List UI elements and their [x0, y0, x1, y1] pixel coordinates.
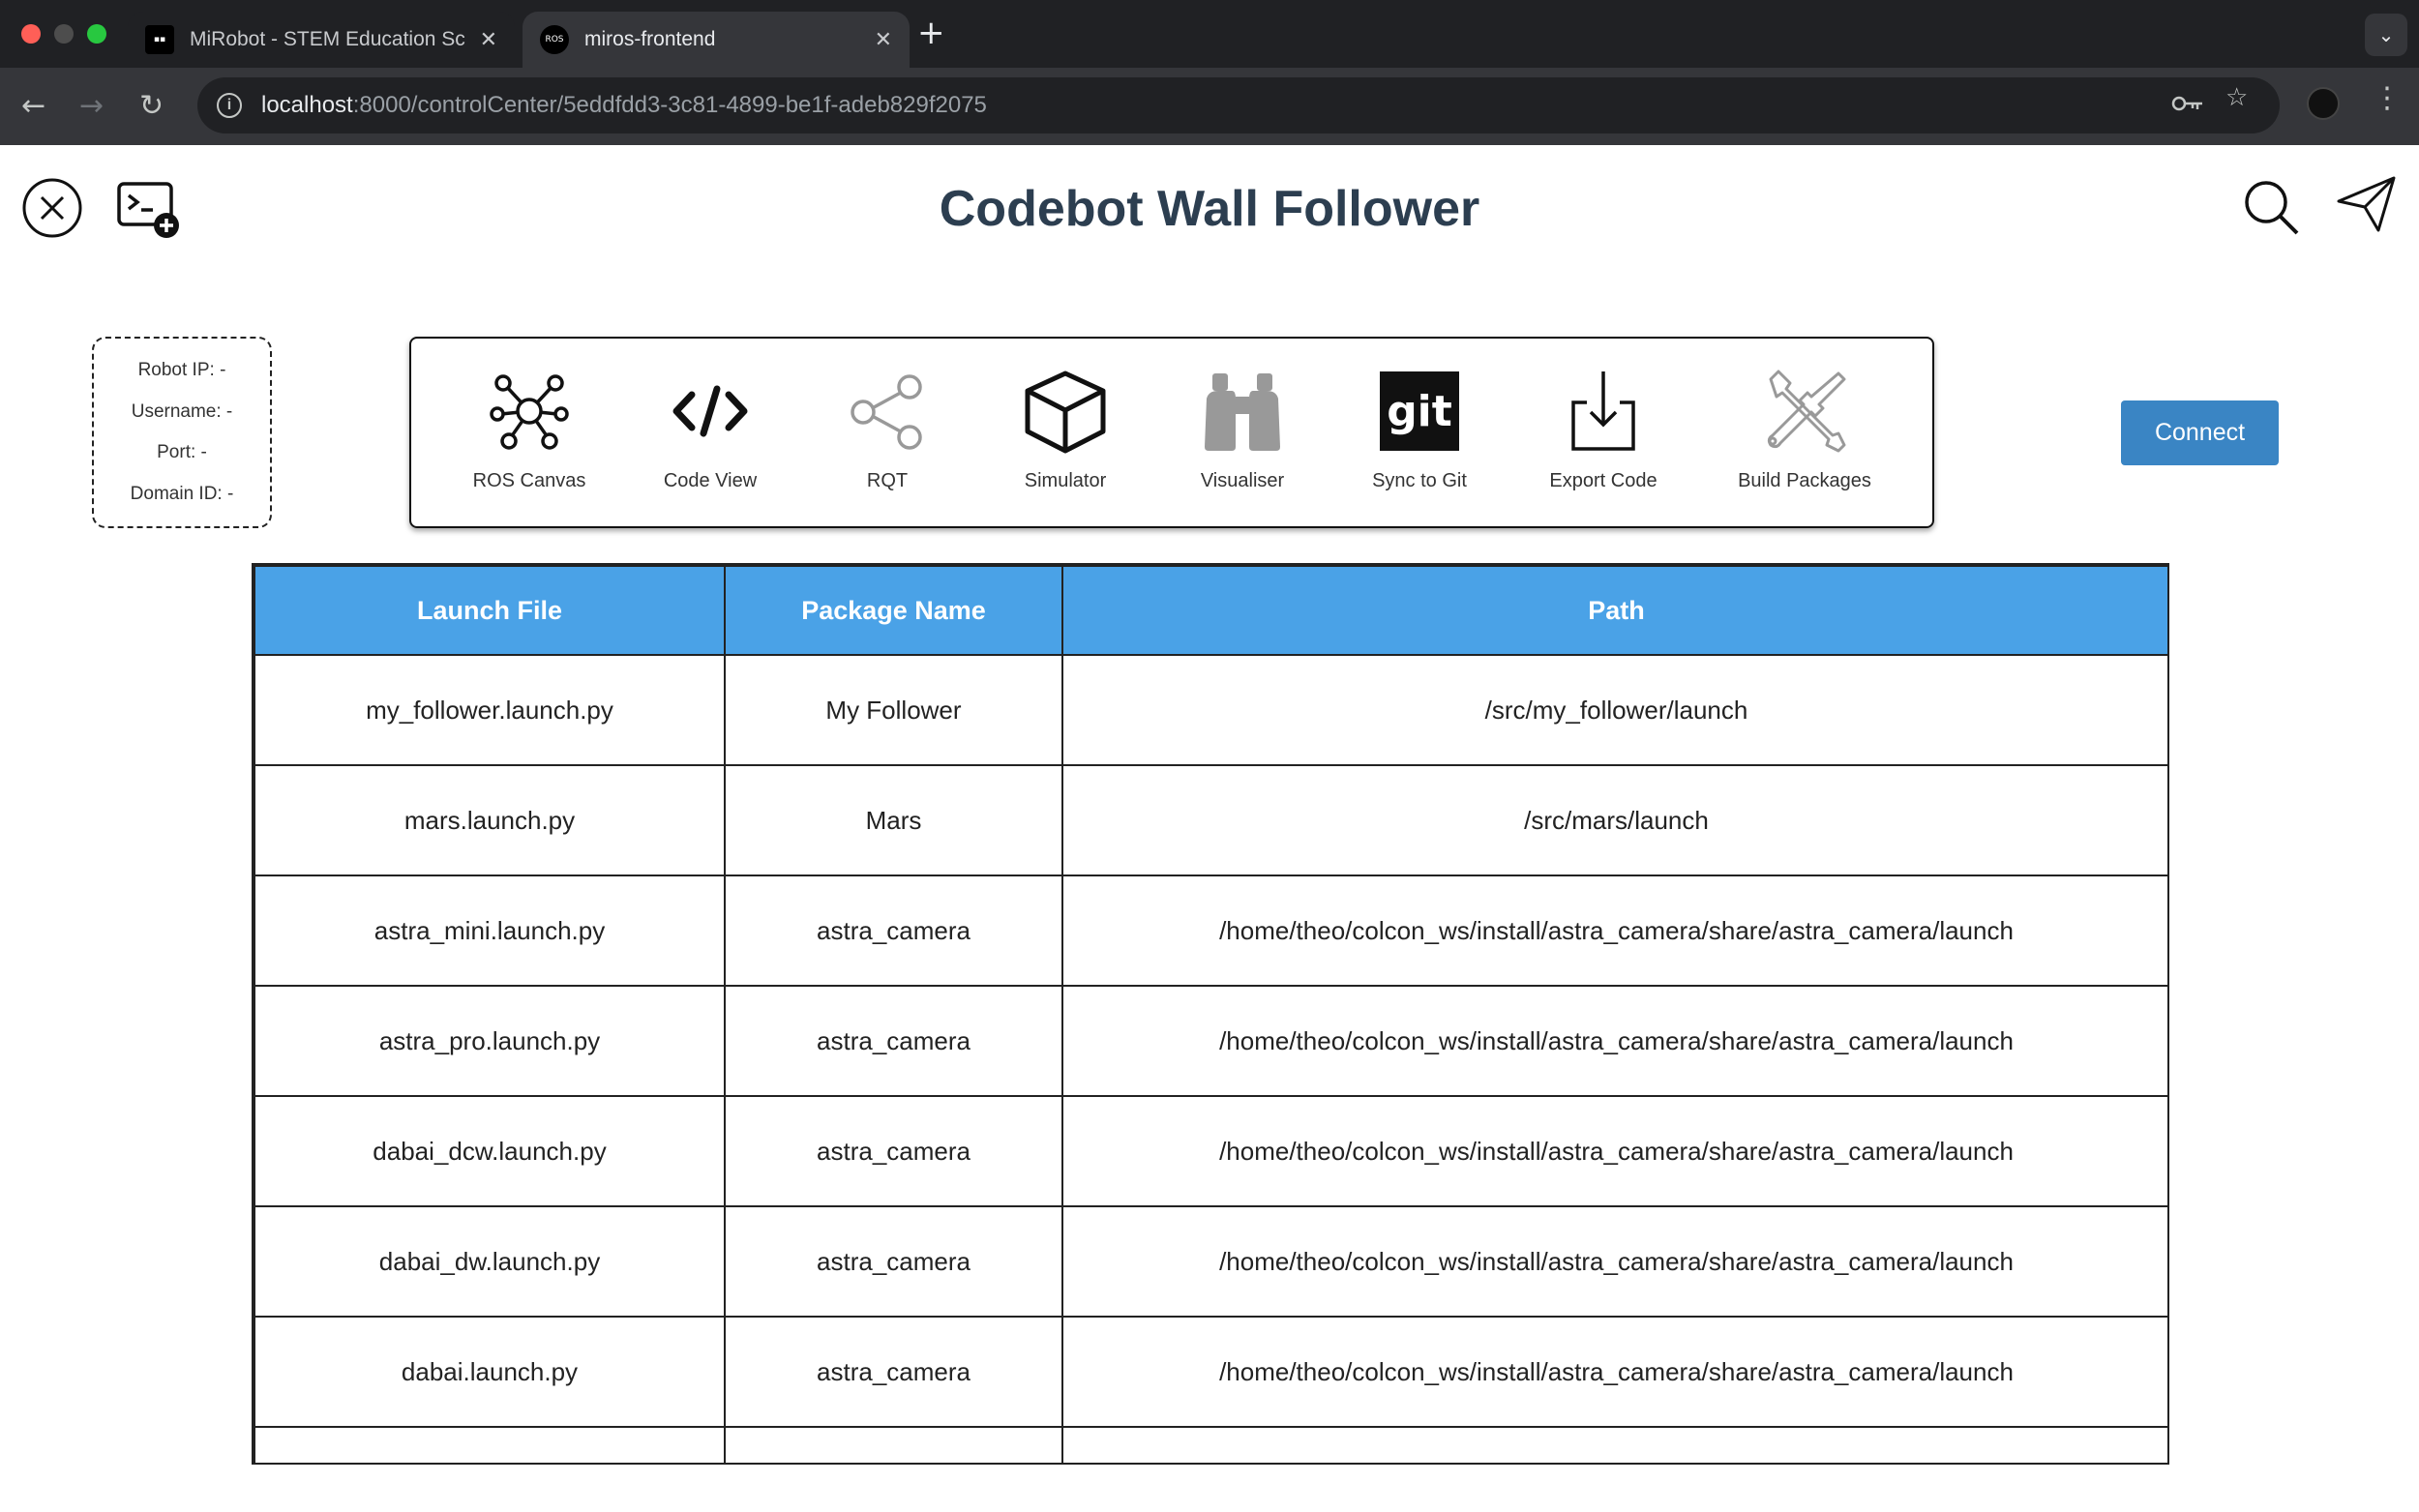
- robot-info-panel: Robot IP: - Username: - Port: - Domain I…: [92, 337, 272, 528]
- tab-search-chevron-icon[interactable]: ⌄: [2365, 14, 2407, 56]
- tool-label: Simulator: [1024, 470, 1107, 491]
- new-tab-icon[interactable]: +: [917, 14, 945, 52]
- tab-close-icon[interactable]: ✕: [480, 28, 497, 52]
- forward-arrow-icon[interactable]: →: [79, 85, 104, 128]
- browser-tab-bar: ▪▪ MiRobot - STEM Education Sc ✕ ROS mir…: [0, 0, 2419, 68]
- tab-title: miros-frontend: [584, 28, 716, 50]
- table-header-row: Launch File Package Name Path: [254, 565, 2167, 656]
- table-row[interactable]: dabai_dw.launch.py astra_camera/home/theo…: [254, 1205, 2167, 1318]
- cell-path: /home/theo/colcon_ws/install/astra_camer…: [1061, 875, 2167, 987]
- tab-close-icon[interactable]: ✕: [875, 28, 892, 52]
- cell-package-name: astra_camera: [724, 875, 1063, 987]
- table-row[interactable]: astra_pro.launch.py astra_camera/home/the…: [254, 985, 2167, 1097]
- robot-port: Port: -: [157, 442, 207, 463]
- cell-package-name: astra_camera: [724, 1095, 1063, 1207]
- download-icon: [1571, 371, 1635, 451]
- tool-simulator[interactable]: Simulator: [973, 368, 1157, 503]
- ros-favicon-icon: ROS: [540, 25, 569, 54]
- table-row[interactable]: dabai_pro.launch.pyastra_camera/home/the…: [254, 1426, 2167, 1463]
- cell-package-name: astra_camera: [724, 1205, 1063, 1318]
- tool-build-packages[interactable]: Build Packages: [1713, 368, 1896, 503]
- profile-avatar[interactable]: [2307, 87, 2340, 120]
- cell-launch-file: mars.launch.py: [254, 764, 726, 876]
- tool-label: Sync to Git: [1372, 470, 1467, 491]
- page-title: Codebot Wall Follower: [939, 181, 1480, 237]
- tool-label: Build Packages: [1738, 470, 1871, 491]
- tools-icon: [1767, 370, 1846, 453]
- tool-label: ROS Canvas: [472, 470, 586, 491]
- cell-path: /home/theo/colcon_ws/install/astra_camer…: [1061, 985, 2167, 1097]
- window-minimize-button[interactable]: [54, 24, 74, 44]
- tab-title: MiRobot - STEM Education Sc: [190, 28, 465, 50]
- reload-icon[interactable]: ↻: [139, 85, 164, 128]
- table-row[interactable]: my_follower.launch.py My Follower/src/my_…: [254, 654, 2167, 766]
- header-package-name[interactable]: Package Name: [724, 565, 1063, 656]
- window-zoom-button[interactable]: [87, 24, 106, 44]
- cell-package-name: My Follower: [724, 654, 1063, 766]
- tool-export-code[interactable]: Export Code: [1511, 368, 1695, 503]
- search-icon[interactable]: [2243, 179, 2301, 237]
- robot-username: Username: -: [131, 400, 233, 422]
- cell-path: /src/my_follower/launch: [1061, 654, 2167, 766]
- cell-package-name: astra_camera: [724, 1316, 1063, 1428]
- header-launch-file[interactable]: Launch File: [254, 565, 726, 656]
- browser-menu-icon[interactable]: ⋮: [2373, 81, 2402, 115]
- browser-toolbar: ← → ↻ i localhost:8000/controlCenter/5ed…: [0, 68, 2419, 145]
- cell-launch-file: astra_mini.launch.py: [254, 875, 726, 987]
- svg-text:git: git: [1387, 387, 1452, 436]
- tool-label: RQT: [866, 470, 909, 491]
- window-close-button[interactable]: [21, 24, 41, 44]
- cell-path: /home/theo/colcon_ws/install/astra_camer…: [1061, 1426, 2167, 1463]
- url-text: localhost:8000/controlCenter/5eddfdd3-3c…: [261, 92, 987, 118]
- tool-visualiser[interactable]: Visualiser: [1150, 368, 1334, 503]
- mirobot-favicon-icon: ▪▪: [145, 25, 174, 54]
- binoculars-icon: [1205, 373, 1280, 451]
- table-row[interactable]: mars.launch.py Mars/src/mars/launch: [254, 764, 2167, 876]
- tool-label: Export Code: [1549, 470, 1657, 491]
- cell-path: /src/mars/launch: [1061, 764, 2167, 876]
- cell-path: /home/theo/colcon_ws/install/astra_camer…: [1061, 1316, 2167, 1428]
- tool-label: Code View: [663, 470, 758, 491]
- code-icon: [672, 385, 748, 437]
- robot-ip: Robot IP: -: [137, 360, 226, 381]
- tool-sync-to-git[interactable]: git Sync to Git: [1328, 368, 1511, 503]
- site-info-icon[interactable]: i: [217, 93, 242, 118]
- robot-domain-id: Domain ID: -: [130, 483, 234, 504]
- tool-label: Visualiser: [1200, 470, 1285, 491]
- cell-path: /home/theo/colcon_ws/install/astra_camer…: [1061, 1205, 2167, 1318]
- cell-package-name: astra_camera: [724, 1426, 1063, 1463]
- ros-canvas-icon: [490, 374, 569, 450]
- address-bar[interactable]: i localhost:8000/controlCenter/5eddfdd3-…: [197, 77, 2280, 133]
- browser-tab[interactable]: ▪▪ MiRobot - STEM Education Sc ✕: [128, 12, 515, 68]
- cell-launch-file: dabai_dcw.launch.py: [254, 1095, 726, 1207]
- launch-files-table: Launch File Package Name Path my_followe…: [252, 563, 2169, 1465]
- connect-button[interactable]: Connect: [2121, 400, 2279, 465]
- cell-launch-file: dabai_dw.launch.py: [254, 1205, 726, 1318]
- cell-launch-file: dabai.launch.py: [254, 1316, 726, 1428]
- send-icon[interactable]: [2336, 174, 2398, 234]
- cell-launch-file: my_follower.launch.py: [254, 654, 726, 766]
- tools-panel: ROS Canvas Code View RQT Simulator Visua…: [409, 337, 1934, 528]
- table-row[interactable]: dabai_dcw.launch.py astra_camera/home/the…: [254, 1095, 2167, 1207]
- cell-launch-file: dabai_pro.launch.py: [254, 1426, 726, 1463]
- bookmark-star-icon[interactable]: ☆: [2225, 83, 2248, 112]
- key-icon[interactable]: [2171, 93, 2204, 114]
- table-row[interactable]: dabai.launch.py astra_camera/home/theo/co…: [254, 1316, 2167, 1428]
- tool-code-view[interactable]: Code View: [618, 368, 802, 503]
- back-arrow-icon[interactable]: ←: [21, 85, 45, 128]
- browser-tab-active[interactable]: ROS miros-frontend ✕: [523, 12, 910, 68]
- table-row[interactable]: astra_mini.launch.py astra_camera/home/th…: [254, 875, 2167, 987]
- share-icon: [851, 374, 922, 450]
- tool-ros-canvas[interactable]: ROS Canvas: [437, 368, 621, 503]
- git-icon: git: [1380, 371, 1459, 451]
- cell-package-name: Mars: [724, 764, 1063, 876]
- cell-launch-file: astra_pro.launch.py: [254, 985, 726, 1097]
- cube-icon: [1025, 371, 1106, 454]
- cell-package-name: astra_camera: [724, 985, 1063, 1097]
- tool-rqt[interactable]: RQT: [795, 368, 979, 503]
- cell-path: /home/theo/colcon_ws/install/astra_camer…: [1061, 1095, 2167, 1207]
- header-path[interactable]: Path: [1061, 565, 2167, 656]
